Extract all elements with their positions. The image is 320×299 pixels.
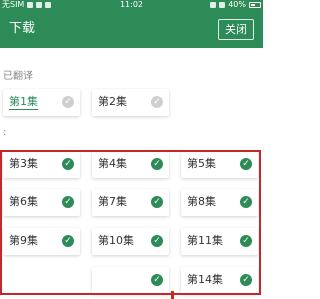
page-title: 下载 — [9, 21, 36, 36]
episode-chip[interactable]: 第2集 ✓ — [92, 89, 169, 116]
episode-label: 第2集 — [98, 95, 127, 108]
status-right: 40% — [210, 0, 261, 10]
episode-chip[interactable]: 第1集 ✓ — [3, 89, 80, 116]
close-button[interactable]: 关闭 — [218, 19, 254, 40]
battery-percent: 40% — [228, 0, 246, 9]
status-bar: 无SIM 11:02 40% — [0, 0, 263, 10]
signal-icon — [219, 2, 226, 8]
silent-icon — [210, 2, 217, 8]
episode-label: 第1集 — [9, 95, 38, 110]
battery-icon — [249, 2, 261, 8]
app-bar: 下载 关闭 — [0, 10, 263, 48]
section-separator: : — [3, 127, 7, 138]
highlight-pointer — [171, 291, 174, 299]
check-circle-icon: ✓ — [62, 96, 74, 108]
highlight-frame — [0, 150, 261, 295]
translated-section-label: 已翻译 — [3, 71, 33, 82]
check-circle-icon: ✓ — [151, 96, 163, 108]
